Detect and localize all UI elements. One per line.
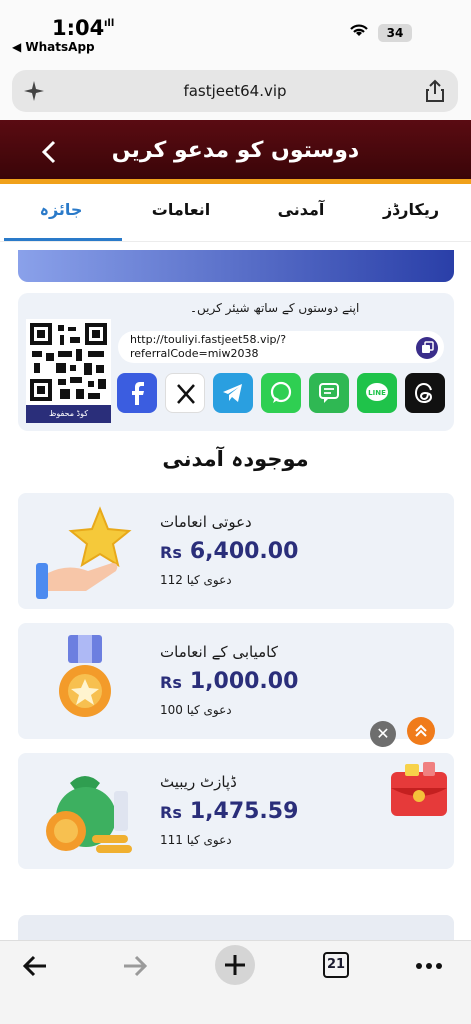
card-claim-count: دعوی کیا 100: [160, 703, 232, 717]
threads-share-button[interactable]: [405, 373, 445, 413]
save-qr-button[interactable]: کوڈ محفوظ: [26, 405, 111, 423]
whatsapp-icon: [270, 381, 292, 403]
active-tab-indicator: [4, 238, 122, 241]
copy-icon: [422, 341, 434, 353]
qr-code[interactable]: کوڈ محفوظ: [26, 319, 111, 423]
referral-link-text: http://touliyi.fastjeet58.vip/? referral…: [130, 333, 287, 360]
browser-toolbar: 21: [0, 940, 471, 1024]
tab-overview[interactable]: جائزہ: [6, 200, 116, 219]
sms-share-button[interactable]: [309, 373, 349, 413]
line-icon: LINE: [366, 383, 388, 401]
card-amount: Rs 6,400.00: [160, 539, 299, 564]
current-income-title: موجودہ آمدنی: [162, 447, 309, 471]
line-share-button[interactable]: LINE: [357, 373, 397, 413]
card-label: کامیابی کے انعامات: [160, 643, 278, 661]
browser-urlbar-area: fastjeet64.vip: [0, 62, 471, 120]
chevron-up-icon: [415, 724, 427, 737]
copy-link-button[interactable]: [416, 337, 438, 359]
tab-records[interactable]: ریکارڈز: [356, 200, 466, 219]
hand-star-icon: [36, 506, 132, 599]
tab-rewards[interactable]: انعامات: [126, 200, 236, 219]
more-icon[interactable]: [414, 951, 444, 981]
medal-icon: [59, 635, 111, 717]
share-icon[interactable]: [424, 79, 446, 107]
new-tab-button[interactable]: [215, 945, 255, 985]
status-bar: 1:04 ıll ◀ WhatsApp 34: [0, 0, 471, 62]
banner-strip: [18, 250, 454, 282]
card-label: ڈپازٹ ریبیٹ: [160, 773, 237, 791]
signal-icon: ıll: [104, 18, 115, 29]
tab-bar: جائزہ انعامات آمدنی ریکارڈز: [0, 184, 471, 242]
facebook-share-button[interactable]: [117, 373, 157, 413]
invite-rewards-card[interactable]: دعوتی انعامات Rs 6,400.00 دعوی کیا 112: [18, 493, 454, 609]
address-bar[interactable]: fastjeet64.vip: [12, 70, 458, 112]
facebook-icon: [132, 382, 144, 405]
plus-icon: [225, 955, 245, 975]
back-icon[interactable]: [20, 951, 50, 981]
tab-income[interactable]: آمدنی: [246, 200, 356, 219]
whatsapp-share-button[interactable]: [261, 373, 301, 413]
tabs-button[interactable]: 21: [323, 952, 349, 978]
message-icon: [319, 383, 339, 403]
forward-icon[interactable]: [120, 951, 150, 981]
threads-icon: [414, 382, 433, 404]
back-to-app-link[interactable]: ◀ WhatsApp: [12, 40, 95, 54]
share-card: اپنے دوستوں کے ساتھ شیئر کریں۔ کوڈ محفوظ…: [18, 293, 454, 431]
telegram-icon: [223, 384, 242, 402]
scroll-top-button[interactable]: [407, 717, 435, 745]
wifi-icon: [348, 22, 370, 42]
close-icon: ✕: [376, 724, 390, 743]
money-bag-icon: [46, 776, 132, 853]
close-floating-button[interactable]: ✕: [370, 721, 396, 747]
card-label: دعوتی انعامات: [160, 513, 252, 531]
status-time: 1:04: [52, 16, 105, 40]
referral-link-field[interactable]: http://touliyi.fastjeet58.vip/? referral…: [118, 331, 444, 363]
x-share-button[interactable]: [165, 373, 205, 413]
url-text[interactable]: fastjeet64.vip: [12, 82, 458, 100]
share-title: اپنے دوستوں کے ساتھ شیئر کریں۔: [190, 301, 360, 315]
svg-text:LINE: LINE: [368, 389, 386, 397]
gift-box-icon[interactable]: [383, 762, 455, 824]
card-claim-count: دعوی کیا 112: [160, 573, 232, 587]
card-claim-count: دعوی کیا 111: [160, 833, 232, 847]
battery-indicator: 34: [378, 24, 412, 42]
page-header: دوستوں کو مدعو کریں: [0, 120, 471, 184]
page-title: دوستوں کو مدعو کریں: [111, 138, 360, 163]
card-amount: Rs 1,000.00: [160, 669, 299, 694]
card-amount: Rs 1,475.59: [160, 799, 299, 824]
telegram-share-button[interactable]: [213, 373, 253, 413]
x-icon: [177, 384, 195, 404]
